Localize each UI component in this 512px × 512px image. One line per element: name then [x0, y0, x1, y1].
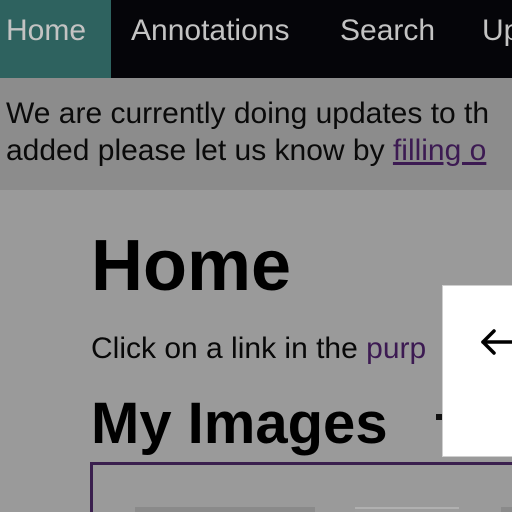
notice-banner: We are currently doing updates to th add… [0, 78, 512, 190]
my-images-container [90, 462, 512, 512]
nav-item-search[interactable]: Search [340, 0, 435, 78]
arrow-left-icon [481, 329, 512, 355]
page-title: Home [91, 226, 292, 306]
image-thumbnail[interactable] [135, 507, 315, 512]
intro-link[interactable]: purp [366, 332, 426, 365]
intro-text: Click on a link in the purp [91, 332, 426, 366]
image-thumbnail[interactable] [355, 507, 459, 512]
notice-text: added please let us know by [6, 134, 393, 167]
my-images-heading: My Images [91, 391, 388, 456]
feedback-form-link[interactable]: filling o [393, 134, 486, 167]
back-button[interactable] [479, 326, 512, 358]
image-thumbnail[interactable] [501, 507, 512, 512]
page: Home Annotations Search Up We are curren… [0, 0, 512, 512]
notice-text-line-2: added please let us know by filling o [6, 134, 486, 168]
nav-item-annotations[interactable]: Annotations [131, 0, 289, 78]
notice-text-line-1: We are currently doing updates to th [6, 97, 490, 130]
intro-label: Click on a link in the [91, 332, 367, 365]
side-panel [442, 285, 512, 457]
top-navbar: Home Annotations Search Up [0, 0, 512, 78]
nav-item-updates[interactable]: Up [482, 0, 512, 78]
nav-item-home[interactable]: Home [0, 0, 111, 78]
